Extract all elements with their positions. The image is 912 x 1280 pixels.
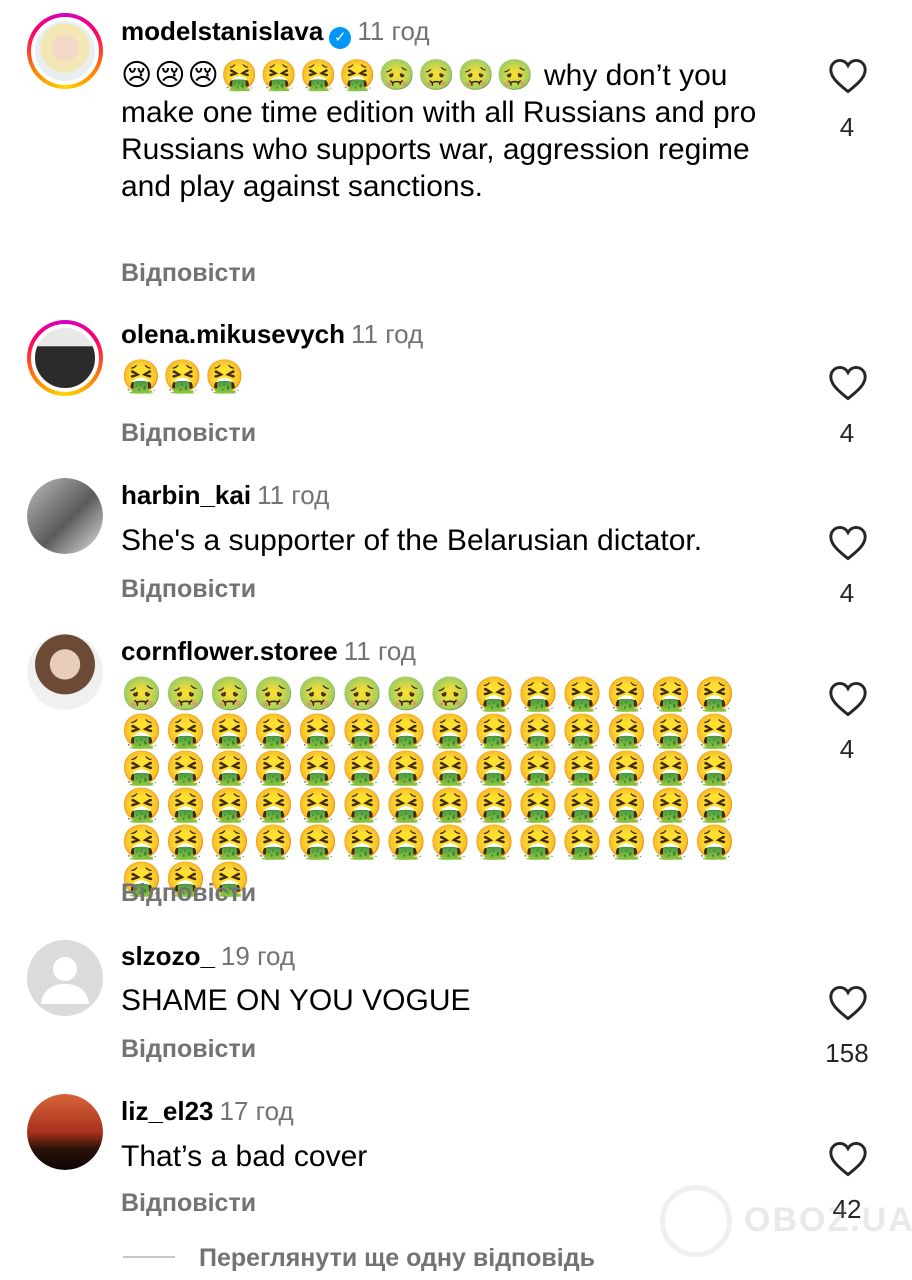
timestamp: 17 год: [219, 1096, 294, 1126]
reply-button[interactable]: Відповісти: [121, 258, 256, 288]
comment-header: cornflower.storee 11 год: [121, 635, 416, 667]
username[interactable]: modelstanislava: [121, 16, 323, 46]
comment-header: harbin_kai 11 год: [121, 479, 329, 511]
comment-text: That’s a bad cover: [121, 1140, 368, 1173]
reply-button[interactable]: Відповісти: [121, 574, 256, 604]
timestamp: 11 год: [351, 319, 424, 349]
username[interactable]: cornflower.storee: [121, 636, 338, 666]
avatar-liz-el23[interactable]: [27, 1094, 103, 1170]
heart-outline-icon[interactable]: [828, 365, 868, 401]
watermark-text: OBOZ.UA: [744, 1201, 912, 1239]
default-user-icon: [27, 940, 103, 1016]
comment-header: olena.mikusevych 11 год: [121, 318, 423, 350]
timestamp: 11 год: [257, 480, 330, 510]
divider-line: [123, 1256, 175, 1258]
username[interactable]: slzozo_: [121, 941, 215, 971]
comment-text: 🤮🤮🤮: [121, 358, 247, 394]
comment-text: 🤢🤢🤢🤢🤢🤢🤢🤢🤮🤮🤮🤮🤮🤮🤮🤮🤮🤮🤮🤮🤮🤮🤮🤮🤮🤮🤮🤮🤮🤮🤮🤮🤮🤮🤮🤮🤮🤮🤮🤮…: [121, 675, 739, 897]
comment-text: She's a supporter of the Belarusian dict…: [121, 524, 703, 557]
reply-button[interactable]: Відповісти: [121, 418, 256, 448]
like-count: 158: [825, 1038, 869, 1068]
watermark-logo: OBOZ.UA: [660, 1185, 912, 1265]
heart-outline-icon[interactable]: [828, 1141, 868, 1177]
heart-outline-icon[interactable]: [828, 525, 868, 561]
timestamp: 11 год: [357, 16, 430, 46]
view-more-label: Переглянути ще одну відповідь: [199, 1244, 595, 1272]
timestamp: 19 год: [220, 941, 296, 971]
like-count: 4: [839, 112, 855, 142]
avatar-cornflower-storee[interactable]: [27, 634, 103, 710]
comment-text: 😢😢😢🤮🤮🤮🤮🤢🤢🤢🤢 why don’t you make one time …: [121, 57, 761, 205]
reply-button[interactable]: Відповісти: [121, 878, 256, 908]
comment-header: slzozo_ 19 год: [121, 940, 295, 972]
timestamp: 11 год: [343, 636, 416, 666]
comment-header: modelstanislava ✓ 11 год: [121, 15, 430, 49]
verified-badge-icon: ✓: [329, 27, 352, 49]
watermark-circle-icon: [660, 1185, 732, 1257]
avatar-harbin-kai[interactable]: [27, 478, 103, 554]
comment-header: liz_el23 17 год: [121, 1095, 294, 1127]
avatar-slzozo[interactable]: [27, 940, 103, 1016]
comment-emoji: 😢😢😢🤮🤮🤮🤮🤢🤢🤢🤢: [121, 59, 536, 92]
reply-button[interactable]: Відповісти: [121, 1034, 256, 1064]
heart-outline-icon[interactable]: [828, 681, 868, 717]
like-count: 4: [839, 418, 855, 448]
comment-text: SHAME ON YOU VOGUE: [121, 984, 471, 1017]
heart-outline-icon[interactable]: [828, 58, 868, 94]
username[interactable]: olena.mikusevych: [121, 319, 345, 349]
avatar-olena-mikusevych[interactable]: [27, 320, 103, 396]
reply-button[interactable]: Відповісти: [121, 1188, 256, 1218]
view-more-replies-button[interactable]: Переглянути ще одну відповідь: [123, 1243, 595, 1273]
like-count: 4: [839, 734, 855, 764]
username[interactable]: liz_el23: [121, 1096, 214, 1126]
like-count: 4: [839, 578, 855, 608]
username[interactable]: harbin_kai: [121, 480, 251, 510]
heart-outline-icon[interactable]: [828, 985, 868, 1021]
avatar-modelstanislava[interactable]: [27, 13, 103, 89]
